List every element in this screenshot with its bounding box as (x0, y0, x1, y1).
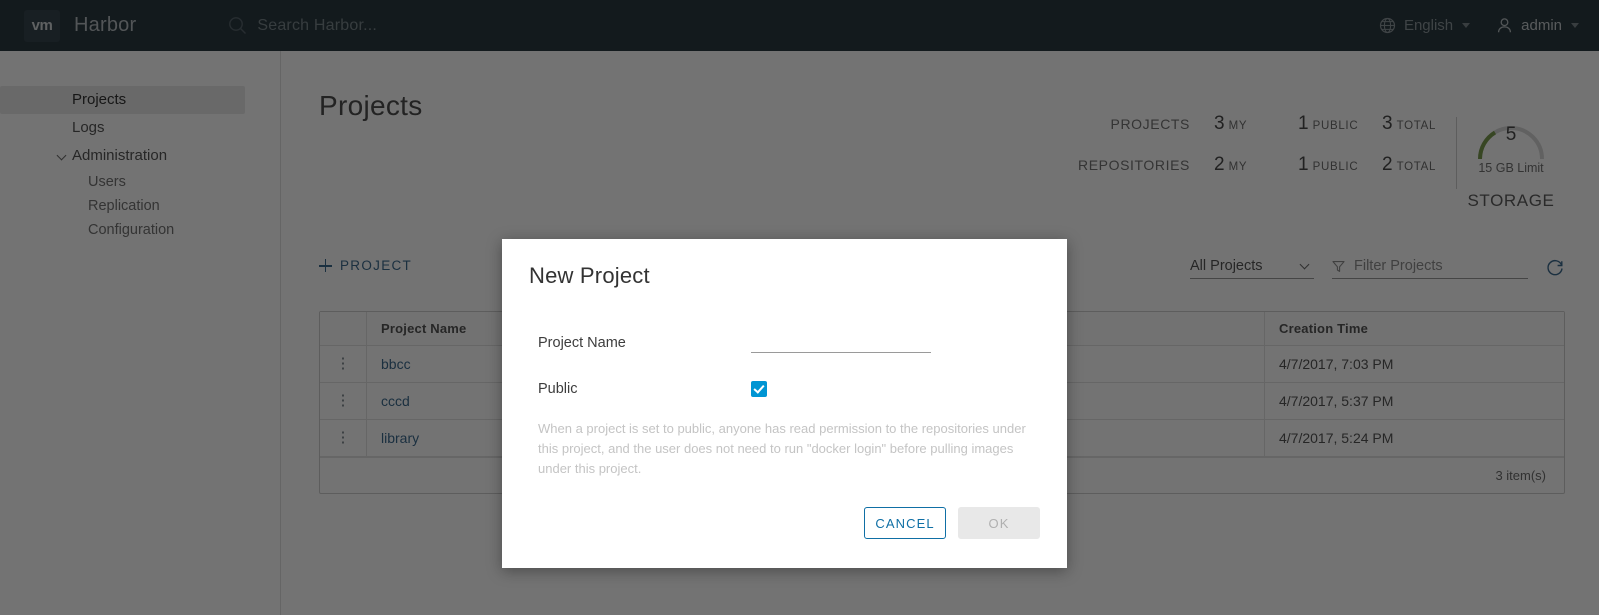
public-row: Public (538, 381, 1040, 397)
dialog-body: Project Name Public When a project is se… (502, 289, 1067, 479)
cancel-button[interactable]: CANCEL (864, 507, 946, 539)
public-label: Public (538, 381, 578, 397)
project-name-row: Project Name (538, 332, 1040, 353)
public-checkbox[interactable] (751, 381, 767, 397)
public-help-text: When a project is set to public, anyone … (538, 421, 1026, 476)
dialog-title: New Project (529, 263, 650, 288)
ok-button[interactable]: OK (958, 507, 1040, 539)
dialog-footer: CANCEL OK (864, 507, 1040, 539)
project-name-label: Project Name (538, 334, 626, 351)
new-project-dialog: New Project Project Name Public When a p… (502, 239, 1067, 568)
project-name-input[interactable] (751, 332, 931, 353)
